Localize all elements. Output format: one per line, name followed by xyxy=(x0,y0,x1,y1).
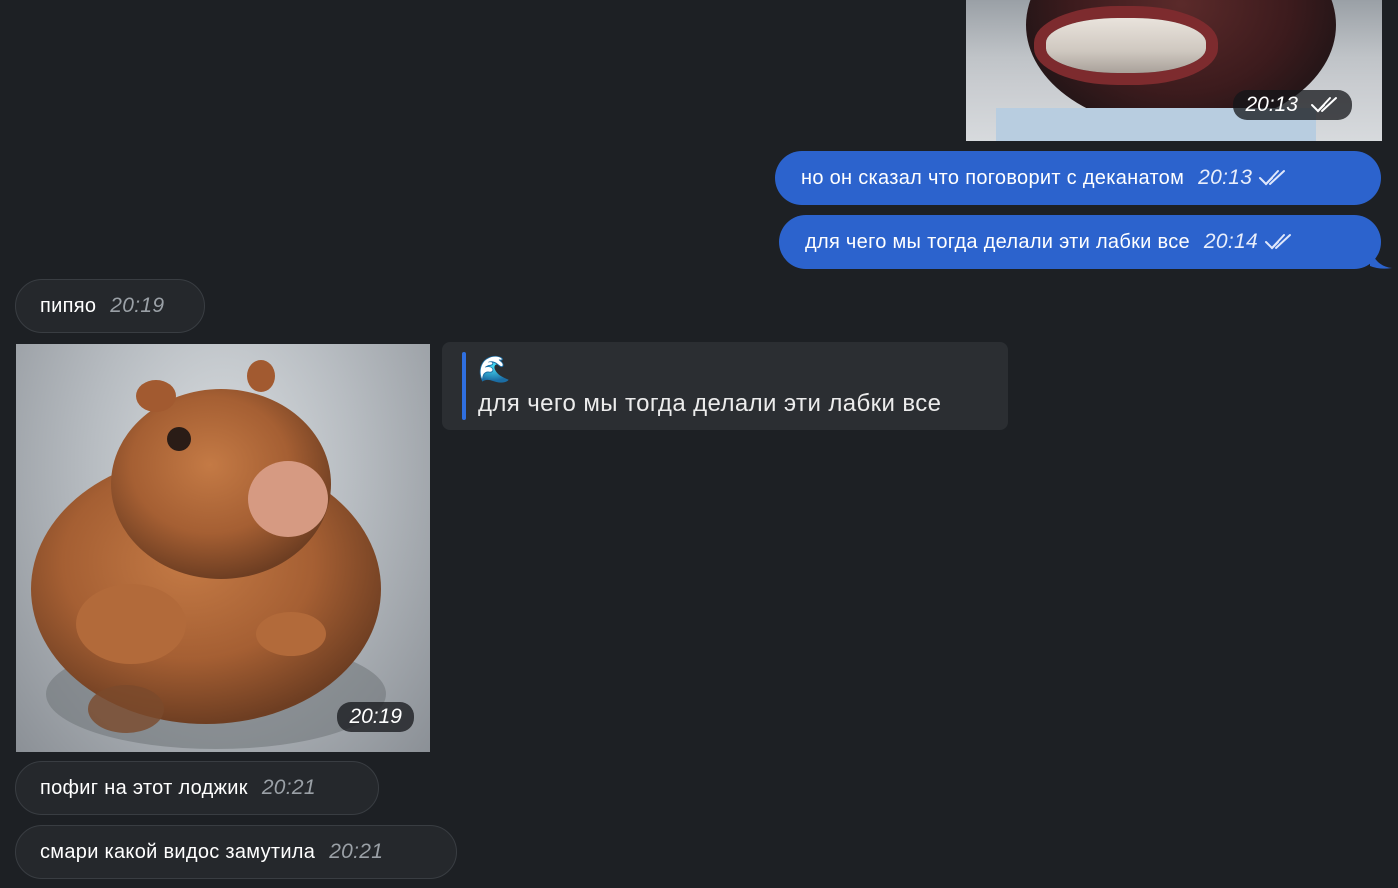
message-time: 20:13 xyxy=(1198,166,1253,189)
chat-area: 20:13 но он сказал что поговорит с декан… xyxy=(0,0,1398,888)
message-text: смари какой видос замутила xyxy=(40,840,316,863)
bubble-tail xyxy=(1370,246,1392,269)
reply-text: для чего мы тогда делали эти лабки все xyxy=(478,390,942,417)
message-text: пипяо xyxy=(40,294,97,317)
wave-emoji: 🌊 xyxy=(478,354,511,384)
incoming-photo-message[interactable]: 20:19 xyxy=(16,344,430,752)
photo-timestamp: 20:19 xyxy=(337,702,414,732)
message-text: для чего мы тогда делали эти лабки все xyxy=(805,230,1190,253)
outgoing-message[interactable]: для чего мы тогда делали эти лабки все 2… xyxy=(779,215,1381,269)
message-text: пофиг на этот лоджик xyxy=(40,776,248,799)
outgoing-message[interactable]: но он сказал что поговорит с деканатом 2… xyxy=(775,151,1381,205)
message-time: 20:14 xyxy=(1203,230,1258,253)
message-text: но он сказал что поговорит с деканатом xyxy=(801,166,1185,189)
double-check-icon xyxy=(1310,96,1340,114)
incoming-message[interactable]: смари какой видос замутила 20:21 xyxy=(15,825,457,879)
message-time: 20:19 xyxy=(110,294,165,317)
message-time: 20:21 xyxy=(329,840,384,863)
outgoing-image-message[interactable]: 20:13 xyxy=(966,0,1382,141)
incoming-message[interactable]: пипяо 20:19 xyxy=(15,279,205,333)
reply-accent-bar xyxy=(462,352,466,420)
double-check-icon xyxy=(1264,233,1294,251)
incoming-message[interactable]: пофиг на этот лоджик 20:21 xyxy=(15,761,379,815)
reply-quote[interactable]: 🌊 для чего мы тогда делали эти лабки все xyxy=(442,342,1008,430)
image-timestamp: 20:13 xyxy=(1233,90,1352,120)
double-check-icon xyxy=(1258,169,1288,187)
capybara-photo xyxy=(31,360,386,749)
message-time: 20:21 xyxy=(261,776,316,799)
